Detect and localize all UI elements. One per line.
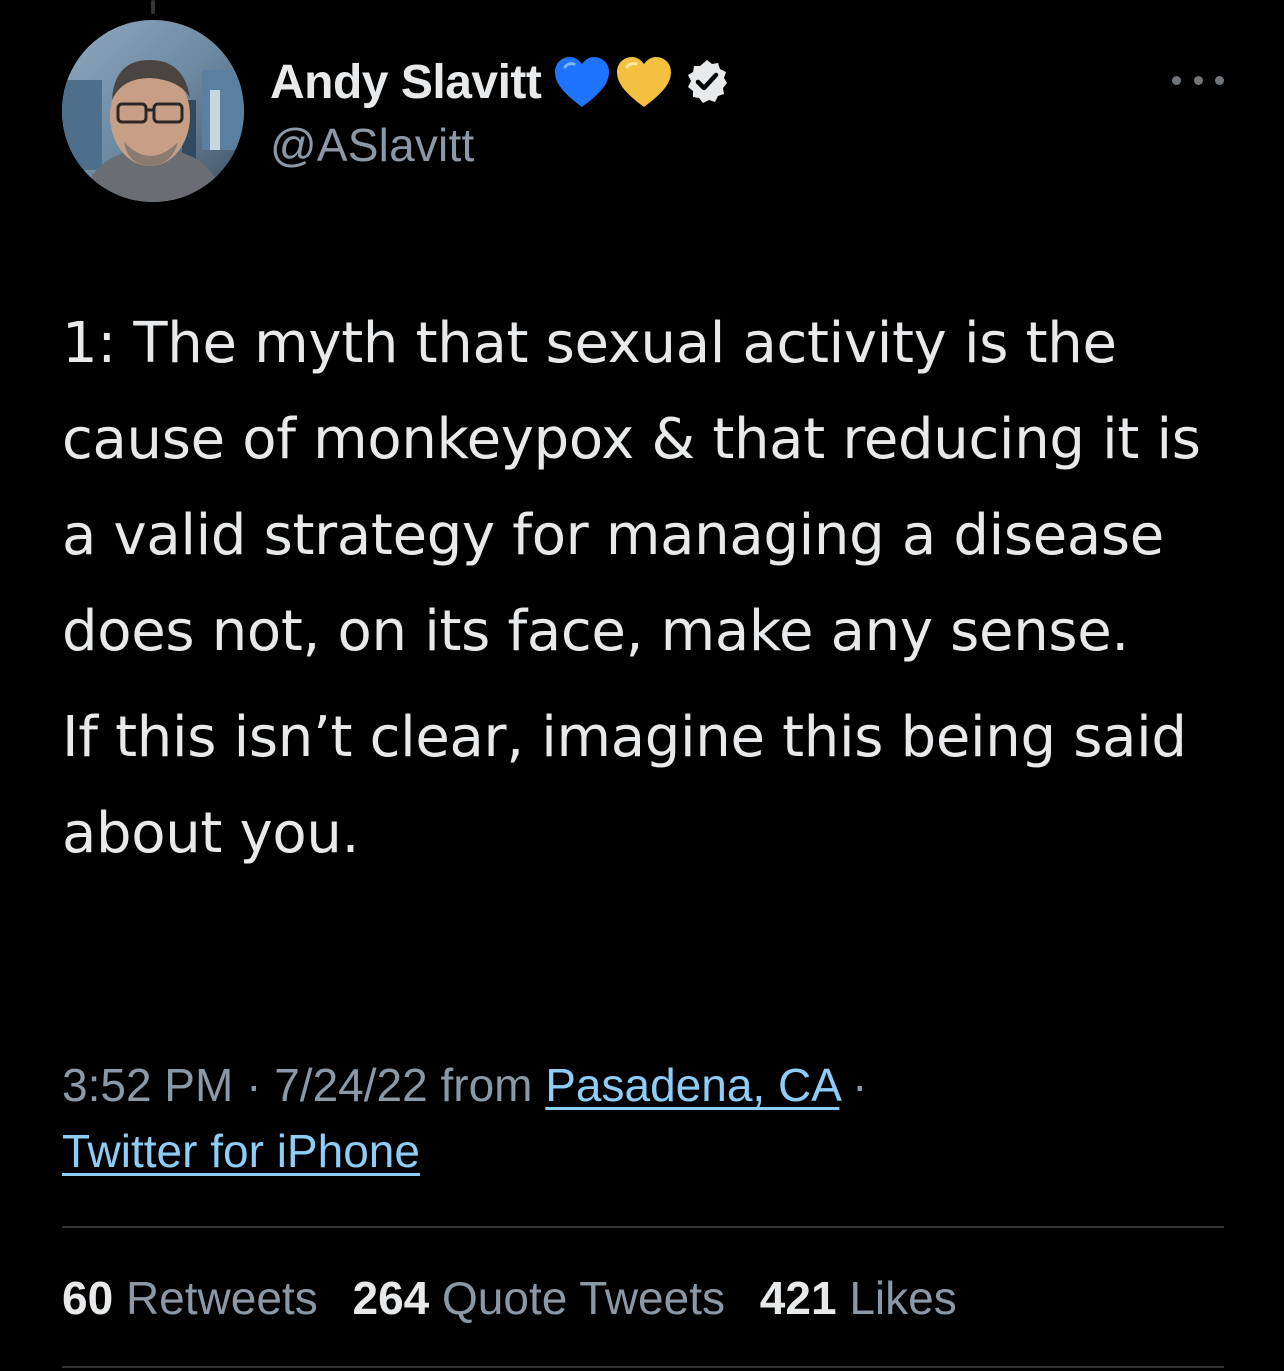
- tweet-paragraph: If this isn’t clear, imagine this being …: [62, 705, 1187, 866]
- tweet-date[interactable]: 7/24/22: [274, 1059, 427, 1111]
- quote-tweets-count: 264: [352, 1272, 430, 1324]
- author-display-name[interactable]: Andy Slavitt: [270, 55, 542, 110]
- likes-count: 421: [759, 1272, 837, 1324]
- avatar-photo: [62, 20, 244, 202]
- quote-tweets-stat[interactable]: 264 Quote Tweets: [352, 1272, 725, 1324]
- source-link[interactable]: Twitter for iPhone: [62, 1125, 420, 1177]
- retweets-count: 60: [62, 1272, 114, 1324]
- tweet-text: 1: The myth that sexual activity is the …: [62, 296, 1252, 882]
- tweet-metadata: 3:52 PM · 7/24/22 from Pasadena, CA · Tw…: [62, 1052, 1232, 1184]
- separator-dot: ·: [246, 1059, 262, 1111]
- tweet-header: Andy Slavitt @ASlavitt: [62, 20, 1224, 206]
- yellow-heart-icon: [617, 57, 672, 107]
- from-label: from: [440, 1059, 533, 1111]
- tweet-time[interactable]: 3:52 PM: [62, 1059, 233, 1111]
- retweets-stat[interactable]: 60 Retweets: [62, 1272, 318, 1324]
- location-link[interactable]: Pasadena, CA: [545, 1059, 839, 1111]
- tweet-paragraph: 1: The myth that sexual activity is the …: [62, 311, 1201, 664]
- blue-heart-icon: [555, 57, 610, 107]
- likes-stat[interactable]: 421 Likes: [760, 1272, 957, 1324]
- author-handle[interactable]: @ASlavitt: [270, 118, 731, 172]
- verified-badge-icon[interactable]: [683, 58, 731, 106]
- separator-dot: ·: [852, 1059, 868, 1111]
- more-dot: [1215, 75, 1224, 85]
- quote-tweets-label: Quote Tweets: [442, 1272, 726, 1324]
- retweets-label: Retweets: [125, 1272, 318, 1324]
- more-options-icon[interactable]: [1172, 72, 1224, 88]
- engagement-stats: 60 Retweets 264 Quote Tweets 421 Likes: [62, 1266, 957, 1330]
- more-dot: [1172, 75, 1181, 85]
- divider: [62, 1226, 1224, 1228]
- author-name-row[interactable]: Andy Slavitt: [270, 52, 731, 112]
- likes-label: Likes: [849, 1272, 957, 1324]
- author-info: Andy Slavitt @ASlavitt: [270, 52, 731, 172]
- avatar[interactable]: [62, 20, 244, 202]
- thread-connector-line: [151, 0, 155, 14]
- more-dot: [1193, 75, 1203, 85]
- divider: [62, 1366, 1224, 1368]
